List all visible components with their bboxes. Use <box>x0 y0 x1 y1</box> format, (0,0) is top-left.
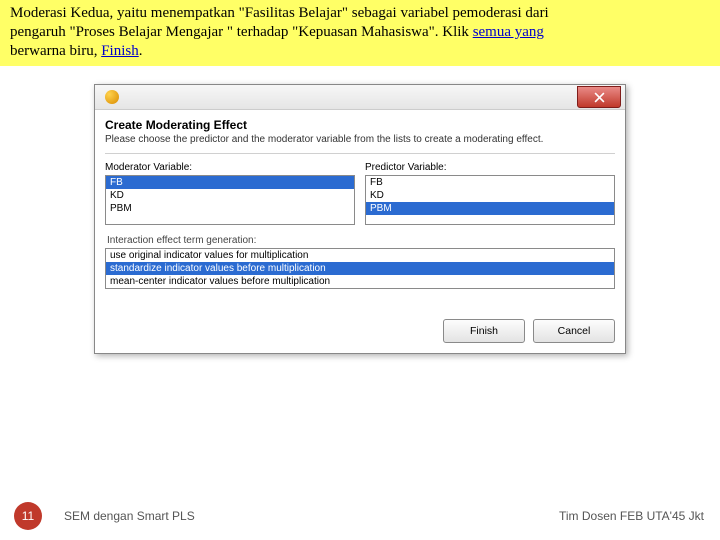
footer-left-text: SEM dengan Smart PLS <box>64 509 559 523</box>
dialog-titlebar <box>95 85 625 109</box>
footer-right-text: Tim Dosen FEB UTA'45 Jkt <box>559 509 704 523</box>
instruction-text-3: berwarna biru, <box>10 43 101 59</box>
list-item[interactable]: PBM <box>366 202 614 215</box>
create-moderating-dialog: Create Moderating Effect Please choose t… <box>94 84 626 354</box>
predictor-listbox[interactable]: FBKDPBM <box>365 175 615 225</box>
generation-listbox[interactable]: use original indicator values for multip… <box>105 248 615 289</box>
cancel-button[interactable]: Cancel <box>533 319 615 343</box>
list-item[interactable]: mean-center indicator values before mult… <box>106 275 614 288</box>
moderator-listbox[interactable]: FBKDPBM <box>105 175 355 225</box>
list-item[interactable]: use original indicator values for multip… <box>106 249 614 262</box>
list-item[interactable]: KD <box>106 189 354 202</box>
instruction-link-1[interactable]: semua yang <box>473 24 544 40</box>
predictor-label: Predictor Variable: <box>365 162 615 173</box>
slide-number: 11 <box>14 502 42 530</box>
dialog-title: Create Moderating Effect <box>105 118 615 132</box>
list-item[interactable]: KD <box>366 189 614 202</box>
instruction-text-1: Moderasi Kedua, yaitu menempatkan "Fasil… <box>10 5 549 21</box>
moderator-label: Moderator Variable: <box>105 162 355 173</box>
generation-label: Interaction effect term generation: <box>105 235 615 246</box>
app-icon <box>105 90 119 104</box>
dialog-subtitle: Please choose the predictor and the mode… <box>105 134 615 145</box>
divider <box>105 153 615 154</box>
list-item[interactable]: FB <box>366 176 614 189</box>
instruction-text-2: pengaruh "Proses Belajar Mengajar " terh… <box>10 24 473 40</box>
list-item[interactable]: FB <box>106 176 354 189</box>
finish-button[interactable]: Finish <box>443 319 525 343</box>
close-button[interactable] <box>577 86 621 108</box>
close-icon <box>594 92 605 103</box>
instruction-banner: Moderasi Kedua, yaitu menempatkan "Fasil… <box>0 0 720 66</box>
list-item[interactable]: standardize indicator values before mult… <box>106 262 614 275</box>
slide-footer: 11 SEM dengan Smart PLS Tim Dosen FEB UT… <box>0 502 720 530</box>
list-item[interactable]: PBM <box>106 202 354 215</box>
instruction-link-finish[interactable]: Finish <box>101 43 139 59</box>
dialog-content: Create Moderating Effect Please choose t… <box>95 109 625 353</box>
